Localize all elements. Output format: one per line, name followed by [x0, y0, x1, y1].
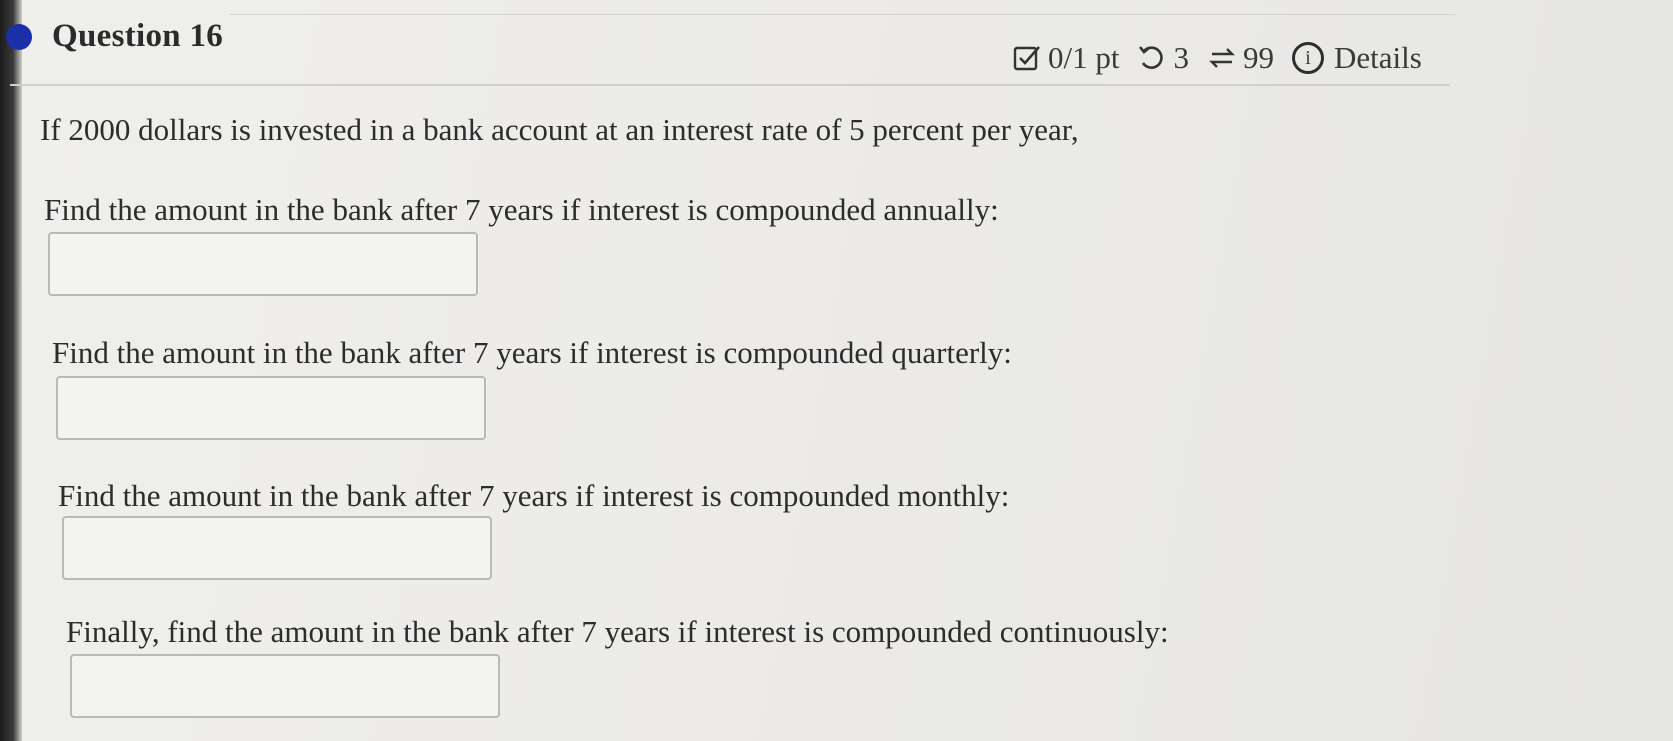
part-2-answer-input[interactable] [56, 376, 486, 440]
part-3-label: Find the amount in the bank after 7 year… [58, 478, 1010, 513]
part-1-label: Find the amount in the bank after 7 year… [44, 192, 999, 227]
score-text: 0/1 pt [1048, 40, 1120, 75]
question-prompt: If 2000 dollars is invested in a bank ac… [40, 112, 1079, 147]
checkbox-icon [1012, 43, 1042, 73]
part-4-label: Finally, find the amount in the bank aft… [66, 614, 1169, 649]
retry-count: 3 [1173, 40, 1189, 75]
top-divider [230, 14, 1455, 15]
retry-icon [1137, 43, 1167, 73]
details-label: Details [1333, 40, 1422, 75]
question-meta: 0/1 pt 3 99 i Details [1012, 36, 1440, 80]
part-2-label: Find the amount in the bank after 7 year… [52, 335, 1012, 370]
question-status-dot-icon [6, 24, 32, 50]
question-title: Question 16 [52, 18, 224, 54]
part-4-answer-input[interactable] [70, 654, 500, 718]
details-button[interactable]: i Details [1291, 40, 1422, 76]
info-icon: i [1291, 42, 1324, 74]
score-group: 0/1 pt [1012, 40, 1119, 76]
part-3-answer-input[interactable] [62, 516, 492, 580]
page: Question 16 0/1 pt 3 99 i Details If 200… [0, 0, 1673, 741]
attempts-group: 99 [1207, 40, 1274, 76]
screen-bezel [0, 0, 22, 741]
part-1-answer-input[interactable] [48, 232, 478, 296]
repeat-icon [1207, 43, 1237, 73]
header-divider [10, 84, 1450, 86]
retry-group[interactable]: 3 [1137, 40, 1189, 76]
attempts-count: 99 [1242, 40, 1274, 75]
